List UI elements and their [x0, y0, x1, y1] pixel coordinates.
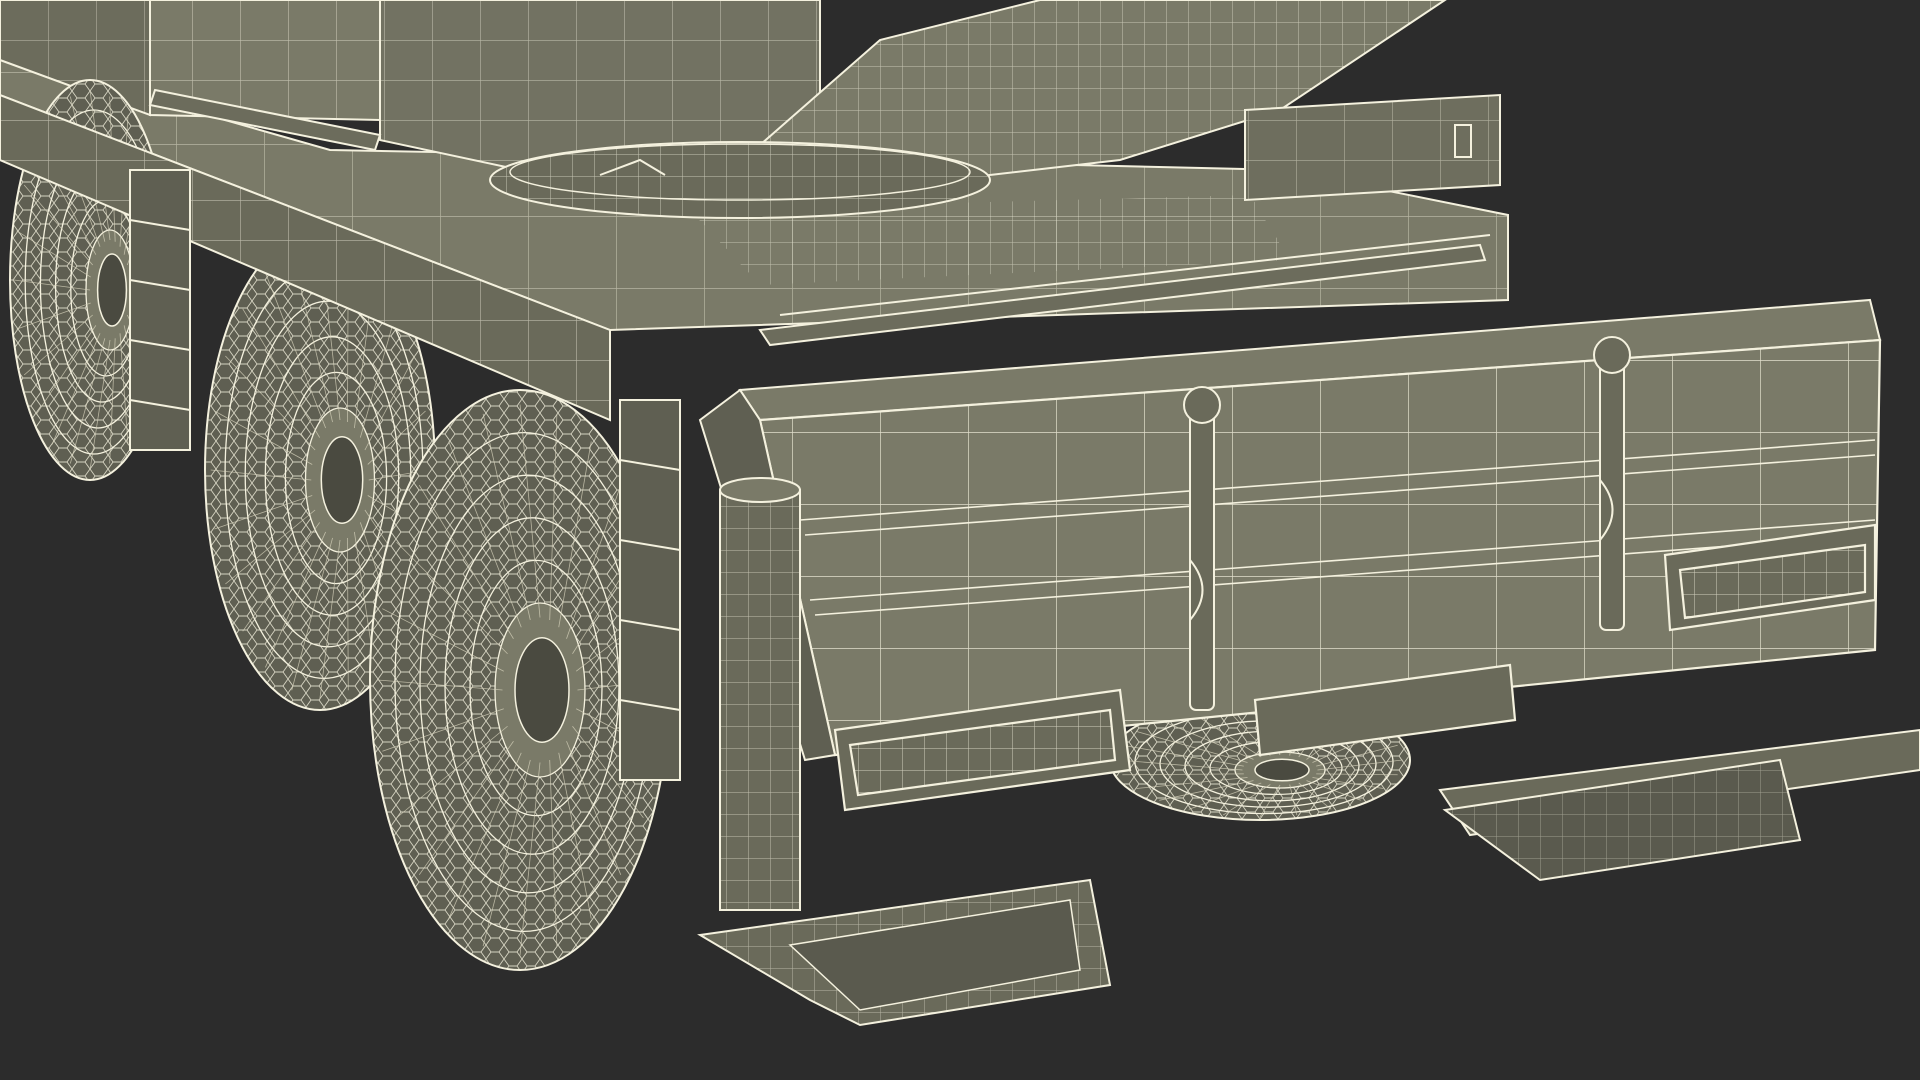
render-viewport — [0, 0, 1920, 1080]
wireframe-render — [0, 0, 1920, 1027]
outrigger-cylinder — [719, 477, 801, 911]
rear-bumper — [698, 298, 1882, 762]
